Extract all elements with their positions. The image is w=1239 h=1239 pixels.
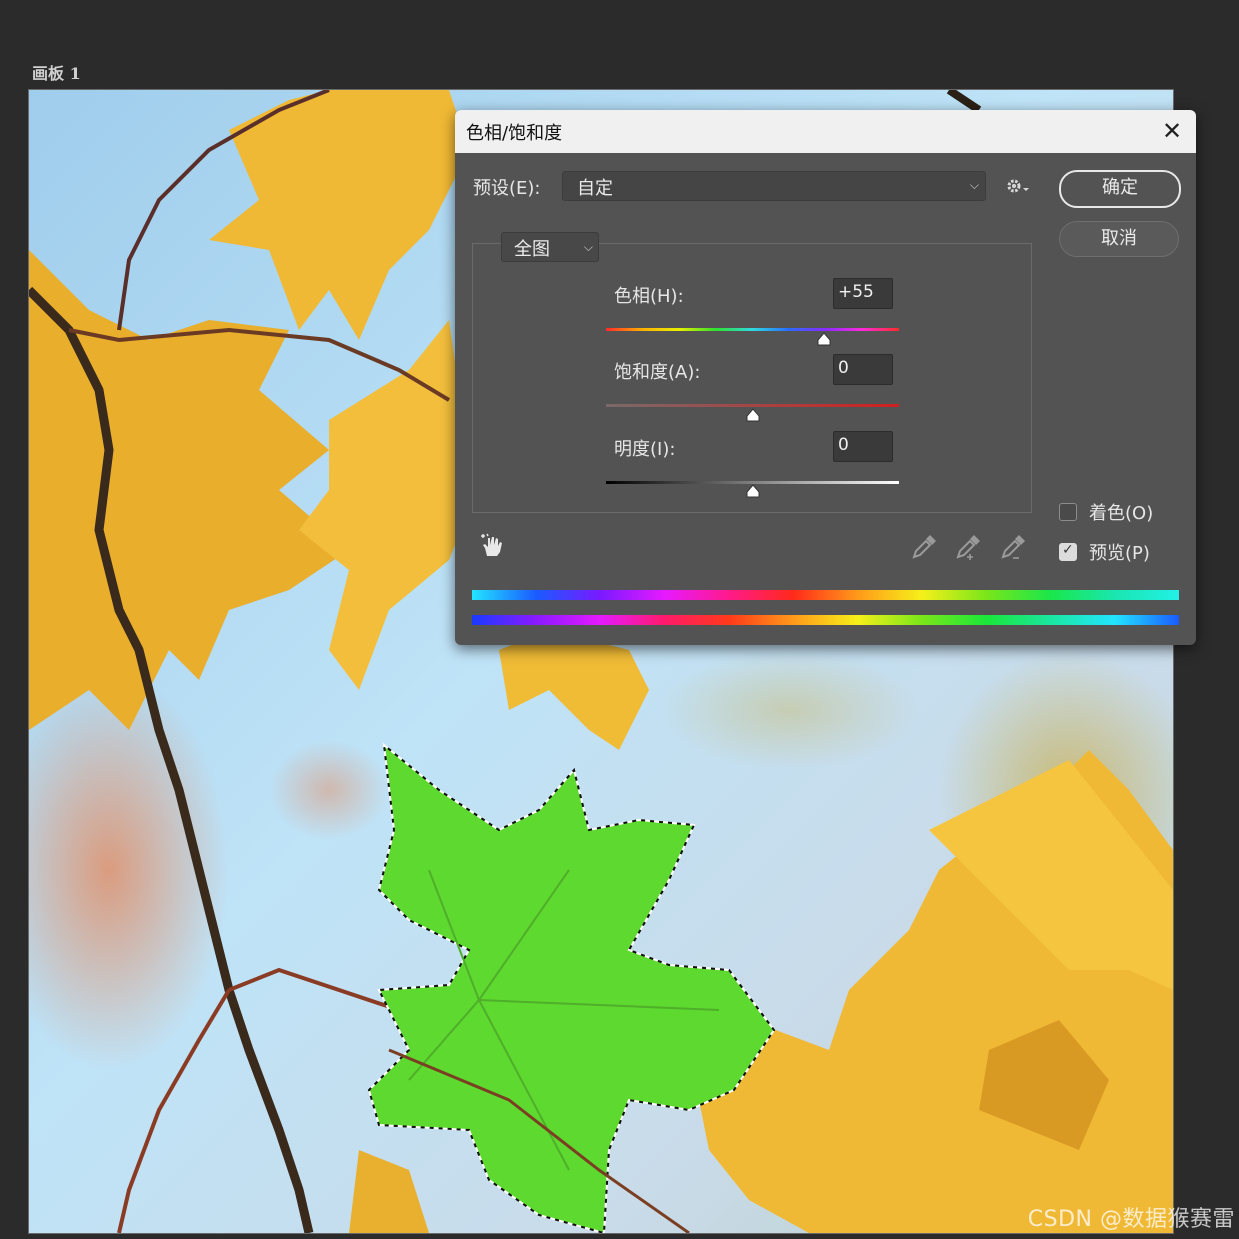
preview-label: 预览(P) — [1089, 543, 1150, 564]
preview-checkbox[interactable]: ✓ — [1059, 542, 1077, 561]
hue-input[interactable]: +55 — [833, 278, 893, 309]
saturation-slider-thumb[interactable] — [746, 408, 760, 422]
lightness-value: 0 — [838, 435, 849, 455]
artboard-label: 画板 1 — [32, 64, 81, 83]
close-icon[interactable]: ✕ — [1158, 117, 1186, 145]
colorize-label: 着色(O) — [1089, 503, 1154, 524]
lightness-slider-thumb[interactable] — [746, 484, 760, 498]
dialog-titlebar[interactable]: 色相/饱和度 ✕ — [455, 110, 1196, 153]
cancel-button[interactable]: 取消 — [1059, 221, 1179, 257]
hue-saturation-dialog: 色相/饱和度 ✕ 预设(E): 自定 ⌵ 确定 取消 全图 ⌵ 色相(H): +… — [455, 110, 1196, 645]
channel-dropdown[interactable]: 全图 ⌵ — [501, 232, 599, 262]
gear-icon[interactable] — [1005, 176, 1031, 201]
preset-dropdown[interactable]: 自定 ⌵ — [562, 171, 986, 201]
channel-value: 全图 — [514, 239, 550, 260]
hand-target-icon[interactable] — [479, 532, 505, 558]
input-color-bar — [472, 590, 1179, 600]
preset-label: 预设(E): — [473, 178, 541, 199]
hue-value: +55 — [838, 282, 874, 302]
preset-value: 自定 — [577, 178, 613, 199]
chevron-down-icon: ⌵ — [969, 178, 979, 192]
saturation-input[interactable]: 0 — [833, 354, 893, 385]
eyedropper-plus-icon[interactable] — [955, 534, 983, 562]
ok-button[interactable]: 确定 — [1059, 170, 1181, 208]
hue-slider-thumb[interactable] — [817, 332, 831, 346]
saturation-slider-track[interactable] — [606, 404, 899, 407]
checkmark-icon: ✓ — [1062, 542, 1074, 558]
eyedropper-minus-icon[interactable] — [1000, 534, 1028, 562]
eyedropper-icon[interactable] — [911, 534, 937, 560]
hue-slider-track[interactable] — [606, 328, 899, 331]
adjustment-group — [472, 243, 1032, 513]
chevron-down-icon: ⌵ — [583, 240, 593, 254]
saturation-label: 饱和度(A): — [614, 362, 701, 383]
colorize-checkbox[interactable] — [1059, 503, 1077, 521]
saturation-value: 0 — [838, 358, 849, 378]
lightness-input[interactable]: 0 — [833, 431, 893, 462]
dialog-title: 色相/饱和度 — [466, 123, 563, 144]
hue-label: 色相(H): — [614, 286, 684, 307]
output-color-bar — [472, 615, 1179, 625]
watermark-text: CSDN @数据猴赛雷 — [1027, 1207, 1235, 1232]
lightness-label: 明度(I): — [614, 439, 676, 460]
